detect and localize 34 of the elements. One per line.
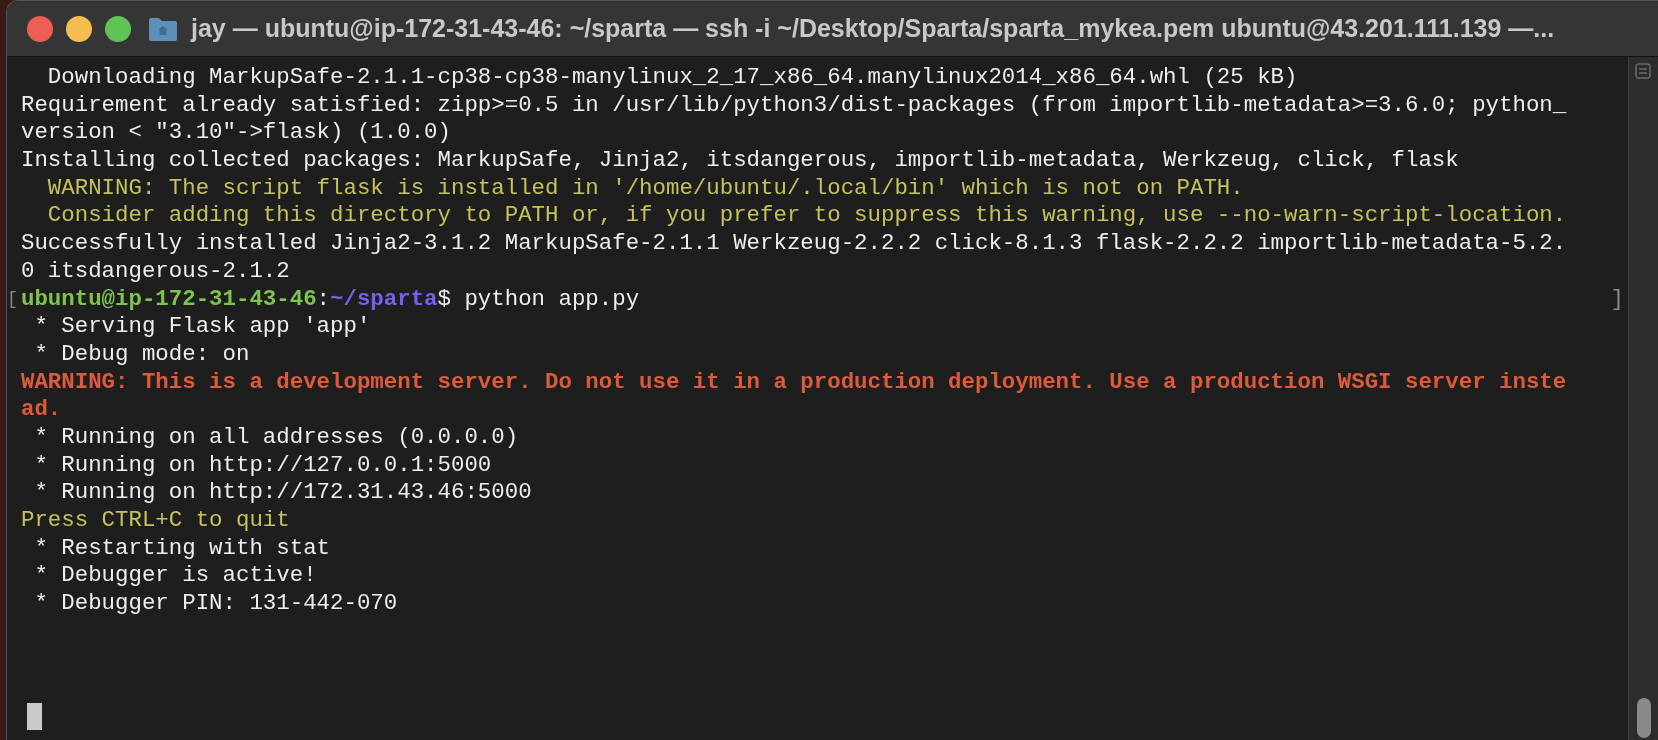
- terminal-text: * Debug mode: on: [33, 340, 250, 367]
- terminal-text: * Debugger is active!: [33, 562, 317, 589]
- terminal-text: * Running on http://172.31.43.46:5000: [33, 479, 532, 506]
- zoom-button[interactable]: [105, 15, 131, 42]
- error-text: ad.: [21, 396, 62, 423]
- terminal-text: 0 itsdangerous-2.1.2: [21, 257, 290, 284]
- terminal-text: * Restarting with stat: [33, 534, 331, 561]
- terminal-text: Downloading MarkupSafe-2.1.1-cp38-cp38-manylinux_2_17_x86_64.manylinux2014_x86_64.whl (25 kB): [46, 64, 1298, 90]
- terminal-text: * Running on http://127.0.0.1:5000: [33, 451, 492, 478]
- terminal-text: version < "3.10"->flask) (1.0.0): [21, 119, 451, 146]
- window-title: jay — ubuntu@ip-172-31-43-46: ~/sparta — ssh -i ~/Desktop/Sparta/sparta_mykea.pem ubuntu@43.201.111.139 —...: [191, 12, 1555, 44]
- terminal-text: * Running on all addresses (0.0.0.0): [33, 423, 519, 450]
- warning-text: WARNING: The script flask is installed in '/home/ubuntu/.local/bin' which is not on PATH.: [46, 174, 1244, 201]
- warning-text: Press CTRL+C to quit: [21, 507, 290, 533]
- scrollbar-thumb[interactable]: [1637, 698, 1651, 738]
- terminal-text: * Debugger PIN: 131-442-070: [33, 590, 398, 617]
- prompt-path: ~/sparta: [330, 285, 438, 312]
- warning-text: Consider adding this directory to PATH or, if you prefer to suppress this warning, use --no-warn-script-location.: [46, 202, 1567, 229]
- scrollbar[interactable]: [1628, 57, 1658, 740]
- prompt-host: ubuntu@ip-172-31-43-46: [21, 285, 317, 312]
- scroll-indicator-icon: [1635, 63, 1651, 79]
- cursor: [27, 703, 42, 730]
- mark-bracket: ]: [1610, 285, 1624, 314]
- minimize-button[interactable]: [66, 15, 92, 42]
- terminal-text: :: [316, 285, 331, 312]
- close-button[interactable]: [27, 15, 53, 42]
- terminal-text: Installing collected packages: MarkupSafe, Jinja2, itsdangerous, importlib-metadata, Werkzeug, click, flask: [21, 147, 1459, 174]
- terminal-text: Requirement already satisfied: zipp>=0.5 in /usr/lib/python3/dist-packages (from importlib-metadata>=3.6.0; python_: [21, 91, 1567, 118]
- terminal-text: * Serving Flask app 'app': [33, 313, 371, 340]
- folder-icon: [148, 15, 178, 42]
- mark-bracket: [: [7, 287, 18, 311]
- terminal-text: $ python app.py: [437, 285, 640, 312]
- terminal-text: Successfully installed Jinja2-3.1.2 MarkupSafe-2.1.1 Werkzeug-2.2.2 click-8.1.3 flask-2.2.2 importlib-metadata-5.2.: [21, 230, 1567, 257]
- error-text: WARNING: This is a development server. Do not use it in a production deployment. Use a production WSGI server inste: [21, 368, 1567, 395]
